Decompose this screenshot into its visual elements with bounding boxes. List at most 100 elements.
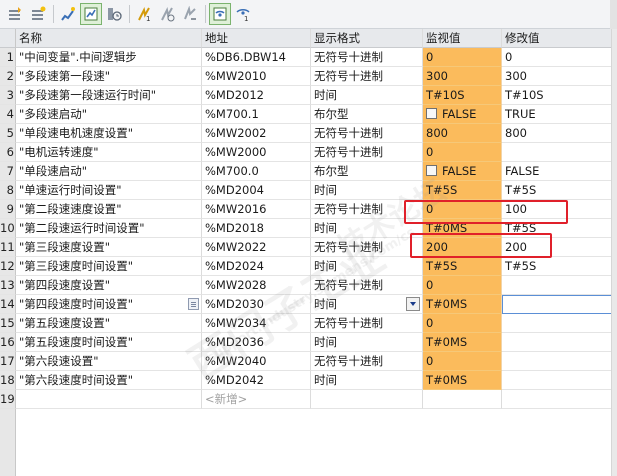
format-cell[interactable]: 无符号十进制 xyxy=(311,352,423,371)
format-cell[interactable]: 布尔型 xyxy=(311,105,423,124)
format-cell[interactable]: 无符号十进制 xyxy=(311,48,423,67)
address-cell[interactable]: %MW2040 xyxy=(202,352,311,371)
address-cell[interactable]: %MW2016 xyxy=(202,200,311,219)
modify-value-cell[interactable] xyxy=(502,295,612,314)
modify-value-cell[interactable] xyxy=(502,314,612,333)
modify-trigger-icon[interactable] xyxy=(156,3,178,25)
address-cell[interactable]: %MW2034 xyxy=(202,314,311,333)
modify-value-cell[interactable]: FALSE xyxy=(502,162,612,181)
header-name[interactable]: 名称 xyxy=(16,29,202,48)
show-modify-column-icon[interactable]: 1 xyxy=(232,3,254,25)
name-cell[interactable]: "第六段速度时间设置" xyxy=(16,371,202,390)
row-number[interactable]: 13 xyxy=(0,276,16,295)
modify-value-cell[interactable]: 300 xyxy=(502,67,612,86)
address-cell[interactable]: %MW2022 xyxy=(202,238,311,257)
row-number[interactable]: 3 xyxy=(0,86,16,105)
modify-value-cell[interactable]: TRUE xyxy=(502,105,612,124)
row-number[interactable]: 18 xyxy=(0,371,16,390)
name-cell[interactable]: "电机运转速度" xyxy=(16,143,202,162)
name-cell[interactable]: "第二段速运行时间设置" xyxy=(16,219,202,238)
bool-checkbox-icon[interactable] xyxy=(426,108,437,119)
row-number[interactable]: 5 xyxy=(0,124,16,143)
modify-value-cell[interactable]: T#5S xyxy=(502,219,612,238)
name-cell[interactable] xyxy=(16,390,202,409)
name-cell[interactable]: "单速运行时间设置" xyxy=(16,181,202,200)
name-cell[interactable]: "第五段速度时间设置" xyxy=(16,333,202,352)
name-cell[interactable]: "多段速第一段速" xyxy=(16,67,202,86)
address-cell[interactable]: %MW2010 xyxy=(202,67,311,86)
row-number[interactable]: 10 xyxy=(0,219,16,238)
name-cell[interactable]: "第五段速度设置" xyxy=(16,314,202,333)
modify-value-cell[interactable]: T#5S xyxy=(502,181,612,200)
name-cell[interactable]: "多段速第一段速运行时间" xyxy=(16,86,202,105)
address-cell[interactable]: %DB6.DBW14 xyxy=(202,48,311,67)
bool-checkbox-icon[interactable] xyxy=(426,165,437,176)
modify-value-cell[interactable] xyxy=(502,276,612,295)
add-new-address-cell[interactable]: <新增> xyxy=(202,390,311,409)
modify-value-cell[interactable]: T#5S xyxy=(502,257,612,276)
name-cell[interactable]: "单段速电机速度设置" xyxy=(16,124,202,143)
header-modify-value[interactable]: 修改值 xyxy=(502,29,612,48)
name-cell[interactable]: "第四段速度设置" xyxy=(16,276,202,295)
row-number[interactable]: 12 xyxy=(0,257,16,276)
format-cell[interactable]: 无符号十进制 xyxy=(311,143,423,162)
format-cell[interactable]: 无符号十进制 xyxy=(311,314,423,333)
format-dropdown-icon[interactable] xyxy=(406,297,420,311)
format-cell[interactable]: 时间 xyxy=(311,86,423,105)
row-number[interactable]: 14 xyxy=(0,295,16,314)
row-number[interactable]: 19 xyxy=(0,390,16,409)
name-cell[interactable]: "第三段速度设置" xyxy=(16,238,202,257)
modify-value-cell[interactable]: 800 xyxy=(502,124,612,143)
address-cell[interactable]: %MD2018 xyxy=(202,219,311,238)
format-cell[interactable]: 布尔型 xyxy=(311,162,423,181)
address-cell[interactable]: %MW2028 xyxy=(202,276,311,295)
tag-list-icon[interactable] xyxy=(188,298,199,310)
format-cell[interactable] xyxy=(311,390,423,409)
name-cell[interactable]: "第二段速速度设置" xyxy=(16,200,202,219)
row-number[interactable]: 1 xyxy=(0,48,16,67)
format-cell[interactable]: 时间 xyxy=(311,181,423,200)
monitor-once-icon[interactable] xyxy=(57,3,79,25)
address-cell[interactable]: %MD2042 xyxy=(202,371,311,390)
name-cell[interactable]: "多段速启动" xyxy=(16,105,202,124)
add-row-icon[interactable] xyxy=(27,3,49,25)
format-cell[interactable]: 时间 xyxy=(311,371,423,390)
modify-now-icon[interactable]: 1 xyxy=(133,3,155,25)
name-cell[interactable]: "第六段速设置" xyxy=(16,352,202,371)
row-number[interactable]: 17 xyxy=(0,352,16,371)
row-number[interactable]: 15 xyxy=(0,314,16,333)
enable-peripheral-icon[interactable] xyxy=(179,3,201,25)
address-cell[interactable]: %MD2030 xyxy=(202,295,311,314)
name-cell[interactable]: "第四段速度时间设置" xyxy=(16,295,202,314)
row-number[interactable]: 6 xyxy=(0,143,16,162)
modify-value-cell[interactable] xyxy=(502,352,612,371)
name-cell[interactable]: "单段速启动" xyxy=(16,162,202,181)
name-cell[interactable]: "第三段速度时间设置" xyxy=(16,257,202,276)
address-cell[interactable]: %MW2002 xyxy=(202,124,311,143)
vertical-scrollbar[interactable] xyxy=(611,29,617,476)
format-cell[interactable]: 时间 xyxy=(311,257,423,276)
format-cell[interactable]: 无符号十进制 xyxy=(311,238,423,257)
monitor-all-icon[interactable] xyxy=(80,3,102,25)
row-number[interactable]: 4 xyxy=(0,105,16,124)
show-addresses-icon[interactable] xyxy=(209,3,231,25)
modify-value-cell[interactable] xyxy=(502,371,612,390)
format-cell[interactable]: 时间 xyxy=(311,219,423,238)
modify-value-cell[interactable]: 200 xyxy=(502,238,612,257)
row-number[interactable]: 8 xyxy=(0,181,16,200)
format-cell[interactable]: 无符号十进制 xyxy=(311,124,423,143)
row-number[interactable]: 7 xyxy=(0,162,16,181)
header-address[interactable]: 地址 xyxy=(202,29,311,48)
modify-value-cell[interactable]: 0 xyxy=(502,48,612,67)
row-number[interactable]: 9 xyxy=(0,200,16,219)
modify-value-cell[interactable] xyxy=(502,390,612,409)
row-number[interactable]: 16 xyxy=(0,333,16,352)
format-cell[interactable]: 时间 xyxy=(311,333,423,352)
address-cell[interactable]: %MD2004 xyxy=(202,181,311,200)
format-cell[interactable]: 无符号十进制 xyxy=(311,67,423,86)
name-cell[interactable]: "中间变量".中间逻辑步 xyxy=(16,48,202,67)
insert-row-icon[interactable] xyxy=(4,3,26,25)
header-monitor-value[interactable]: 监视值 xyxy=(423,29,502,48)
address-cell[interactable]: %MD2024 xyxy=(202,257,311,276)
modify-value-cell[interactable] xyxy=(502,143,612,162)
